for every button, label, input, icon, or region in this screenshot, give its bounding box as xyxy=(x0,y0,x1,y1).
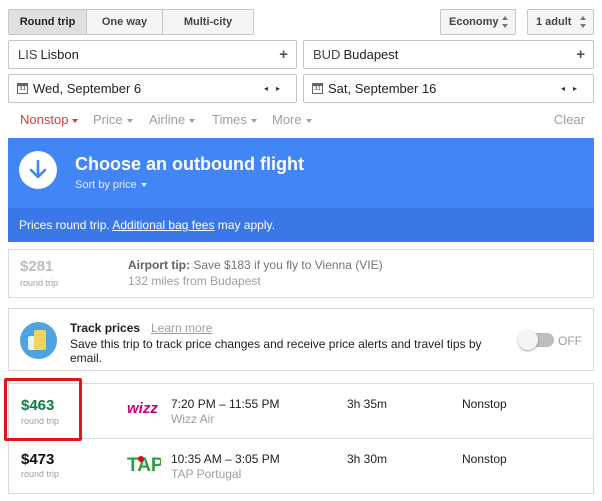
caret-down-icon xyxy=(126,118,133,123)
round-trip-button[interactable]: Round trip xyxy=(9,10,87,34)
depart-date-text: Wed, September 6 xyxy=(33,81,142,96)
airline-filter-label: Airline xyxy=(149,112,186,127)
track-prices-card: Track prices Learn more Save this trip t… xyxy=(8,308,594,371)
destination-field[interactable]: BUD Budapest + xyxy=(303,40,594,69)
sort-by-dropdown[interactable]: Sort by price xyxy=(75,179,147,191)
caret-down-icon xyxy=(305,118,312,123)
flight-row[interactable]: $473 round trip TAP 10:35 AM – 3:05 PM T… xyxy=(8,439,594,494)
learn-more-link[interactable]: Learn more xyxy=(151,321,212,335)
flight-duration: 3h 30m xyxy=(347,452,388,466)
track-prices-title: Track prices xyxy=(70,321,141,335)
calendar-icon: 31 xyxy=(312,83,323,94)
return-date-field[interactable]: 31 Sat, September 16 ◂▸ xyxy=(303,74,594,103)
tip-detail: Save $183 if you fly to Vienna (VIE) xyxy=(193,258,383,272)
updown-icon xyxy=(580,15,587,29)
clear-filters-link[interactable]: Clear xyxy=(554,112,585,127)
tap-logo-text: TAP xyxy=(127,455,161,475)
down-arrow-icon xyxy=(19,151,57,189)
trip-type-segmented-control: Round trip One way Multi-city xyxy=(8,9,254,35)
caret-down-icon xyxy=(250,118,257,123)
tap-portugal-logo: TAP xyxy=(127,455,161,475)
return-date-text: Sat, September 16 xyxy=(328,81,437,96)
one-way-button[interactable]: One way xyxy=(87,10,163,34)
toggle-state-label: OFF xyxy=(558,334,582,348)
wizz-air-logo: wizz xyxy=(127,400,158,417)
price-filter-label: Price xyxy=(93,112,123,127)
flight-times: 7:20 PM – 11:55 PM xyxy=(171,397,280,411)
airline-filter[interactable]: Airline xyxy=(149,112,196,127)
cabin-class-dropdown[interactable]: Economy xyxy=(440,9,516,35)
outbound-banner: Choose an outbound flight Sort by price … xyxy=(8,138,594,242)
add-destination-icon[interactable]: + xyxy=(576,41,585,68)
luggage-tag-icon xyxy=(20,322,57,359)
airport-tip-card[interactable]: $281 round trip Airport tip: Save $183 i… xyxy=(8,249,594,298)
multi-city-button[interactable]: Multi-city xyxy=(163,10,253,34)
nonstop-filter-label: Nonstop xyxy=(20,112,69,127)
destination-city: Budapest xyxy=(343,47,399,62)
price-note: Prices round trip. Additional bag fees m… xyxy=(8,208,594,242)
tip-label: Airport tip: xyxy=(128,258,190,272)
origin-code: LIS xyxy=(18,47,38,62)
flight-airline: TAP Portugal xyxy=(171,467,242,481)
date-arrows-icon[interactable]: ◂▸ xyxy=(264,75,288,102)
nonstop-filter[interactable]: Nonstop xyxy=(20,112,79,127)
track-prices-description: Save this trip to track price changes an… xyxy=(70,337,482,365)
wizz-air-logo-text: wizz xyxy=(127,400,158,417)
flight-airline: Wizz Air xyxy=(171,412,215,426)
flight-duration: 3h 35m xyxy=(347,397,388,411)
highlight-box xyxy=(4,378,82,441)
times-filter-label: Times xyxy=(212,112,247,127)
cabin-class-value: Economy xyxy=(449,16,499,28)
flight-price: $473 xyxy=(21,451,55,468)
caret-down-icon xyxy=(140,183,147,188)
banner-title: Choose an outbound flight xyxy=(75,154,304,174)
tip-text: Airport tip: Save $183 if you fly to Vie… xyxy=(128,258,383,272)
flight-row[interactable]: $463 round trip wizz 7:20 PM – 11:55 PM … xyxy=(8,383,594,439)
track-prices-toggle[interactable] xyxy=(518,330,554,350)
date-arrows-icon[interactable]: ◂▸ xyxy=(561,75,585,102)
flight-times: 10:35 AM – 3:05 PM xyxy=(171,452,280,466)
sort-by-label: Sort by price xyxy=(75,179,137,191)
price-filter[interactable]: Price xyxy=(93,112,133,127)
flight-stops: Nonstop xyxy=(462,397,507,411)
calendar-icon: 31 xyxy=(17,83,28,94)
origin-field[interactable]: LIS Lisbon + xyxy=(8,40,297,69)
times-filter[interactable]: Times xyxy=(212,112,257,127)
passengers-value: 1 adult xyxy=(536,16,572,28)
caret-down-icon xyxy=(72,118,79,123)
more-filter[interactable]: More xyxy=(272,112,312,127)
depart-date-field[interactable]: 31 Wed, September 6 ◂▸ xyxy=(8,74,297,103)
price-note-text: Prices round trip. xyxy=(19,218,110,232)
price-note-suffix: may apply. xyxy=(217,218,275,232)
destination-code: BUD xyxy=(313,47,341,62)
add-origin-icon[interactable]: + xyxy=(279,41,288,68)
origin-city: Lisbon xyxy=(40,47,79,62)
filter-bar: Nonstop Price Airline Times More Clear xyxy=(20,112,585,128)
flight-stops: Nonstop xyxy=(462,452,507,466)
passengers-dropdown[interactable]: 1 adult xyxy=(527,9,594,35)
tip-price: $281 xyxy=(20,258,54,275)
tip-price-sub: round trip xyxy=(20,278,59,288)
bag-fees-link[interactable]: Additional bag fees xyxy=(112,218,214,232)
updown-icon xyxy=(502,15,509,29)
more-filter-label: More xyxy=(272,112,302,127)
caret-down-icon xyxy=(189,118,196,123)
tip-distance: 132 miles from Budapest xyxy=(128,274,261,288)
flight-price-sub: round trip xyxy=(21,469,60,479)
